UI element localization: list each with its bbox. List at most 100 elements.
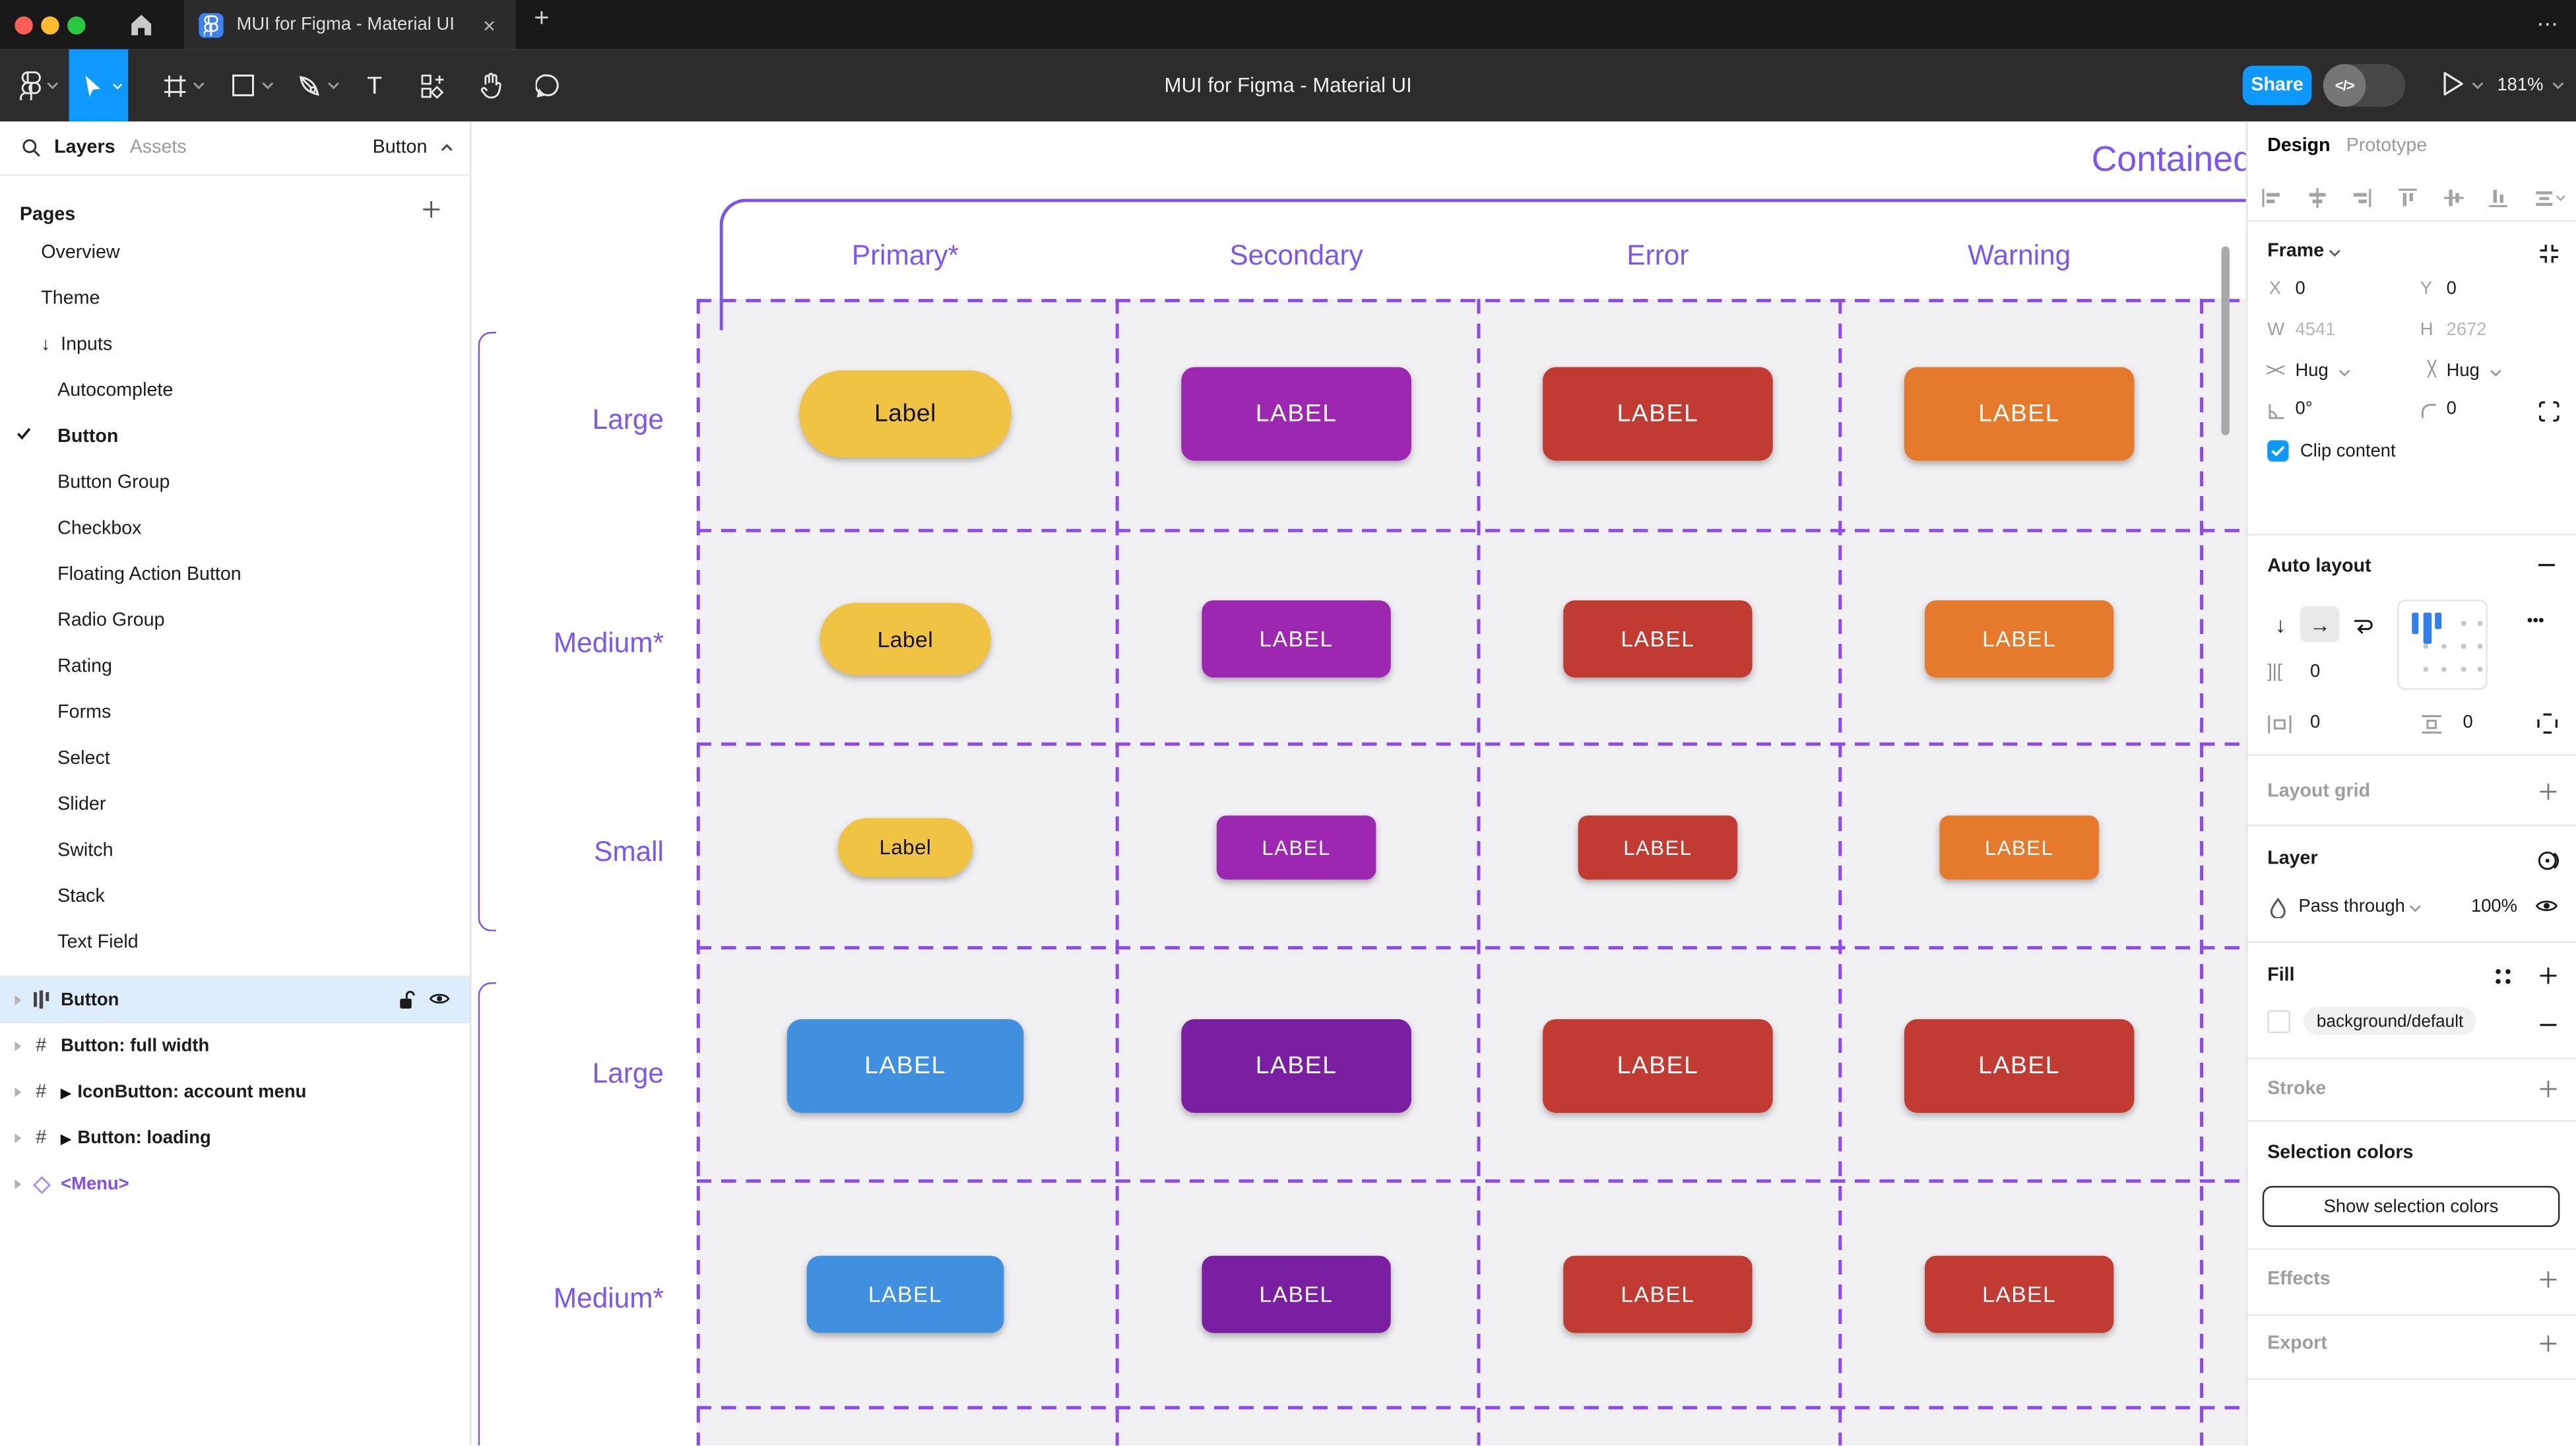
hug-horizontal-value[interactable]: Hug — [2296, 362, 2329, 381]
auto-layout-horizontal-button[interactable]: → — [2300, 606, 2340, 643]
align-top-icon[interactable] — [2397, 187, 2418, 208]
sidebar-page-stack[interactable]: Stack — [0, 874, 470, 920]
align-bottom-icon[interactable] — [2488, 187, 2509, 208]
rotation-value[interactable]: 0° — [2296, 399, 2313, 419]
sidebar-page-slider[interactable]: Slider — [0, 782, 470, 828]
button-secondary-medium[interactable]: LABEL — [1202, 600, 1390, 677]
padding-vertical-value[interactable]: 0 — [2463, 713, 2473, 733]
chevron-down-icon[interactable] — [2408, 904, 2422, 914]
button-primary-small[interactable]: Label — [838, 818, 973, 877]
tab-prototype[interactable]: Prototype — [2346, 137, 2428, 156]
sidebar-page-button[interactable]: Button — [0, 414, 470, 460]
pen-tool-chevron-icon[interactable] — [327, 80, 340, 90]
button-error-medium[interactable]: LABEL — [1563, 600, 1752, 677]
add-fill-icon[interactable] — [2538, 966, 2558, 986]
button-primary-large[interactable]: Label — [799, 370, 1011, 457]
fill-token-chip[interactable]: background/default — [2303, 1007, 2476, 1034]
actions-tool-button[interactable] — [414, 49, 450, 122]
fill-color-swatch[interactable] — [2267, 1010, 2290, 1033]
button-error-small[interactable]: LABEL — [1578, 815, 1738, 879]
y-value[interactable]: 0 — [2447, 279, 2457, 299]
clip-content-checkbox[interactable] — [2267, 440, 2288, 461]
fill-styles-icon[interactable] — [2494, 968, 2512, 986]
remove-auto-layout-icon[interactable] — [2537, 555, 2557, 575]
chevron-right-icon[interactable] — [15, 1042, 21, 1052]
shape-tool-button[interactable] — [227, 49, 260, 122]
sidebar-page-select[interactable]: Select — [0, 736, 470, 782]
add-stroke-icon[interactable] — [2538, 1079, 2558, 1099]
canvas[interactable]: Contained Primary* Secondary Error Warni… — [472, 121, 2246, 1445]
gap-value[interactable]: 0 — [2310, 662, 2320, 681]
sidebar-page-inputs[interactable]: ↓ Inputs — [0, 322, 470, 368]
canvas-scrollbar[interactable] — [2221, 247, 2229, 435]
add-effect-icon[interactable] — [2538, 1270, 2558, 1290]
button-error-large-alt[interactable]: LABEL — [1543, 1019, 1773, 1113]
main-menu-icon[interactable] — [13, 49, 49, 122]
window-zoom-button[interactable] — [67, 16, 85, 34]
sidebar-page-theme[interactable]: Theme — [0, 276, 470, 322]
search-icon[interactable] — [21, 138, 41, 158]
align-horizontal-center-icon[interactable] — [2306, 187, 2327, 208]
layer-row-button-full-width[interactable]: # Button: full width — [0, 1023, 470, 1069]
button-secondary-small[interactable]: LABEL — [1217, 815, 1376, 879]
frame-section-header[interactable]: Frame — [2267, 241, 2324, 261]
layer-visibility-icon[interactable] — [2535, 897, 2558, 915]
sidebar-page-fab[interactable]: Floating Action Button — [0, 552, 470, 598]
present-button[interactable] — [2441, 71, 2464, 97]
chevron-right-icon[interactable] — [15, 1179, 21, 1189]
frame-tool-button[interactable] — [158, 49, 191, 122]
sidebar-page-rating[interactable]: Rating — [0, 644, 470, 690]
align-vertical-center-icon[interactable] — [2443, 187, 2464, 208]
add-export-icon[interactable] — [2538, 1334, 2558, 1354]
button-secondary-medium-alt[interactable]: LABEL — [1202, 1256, 1390, 1333]
layer-row-menu-instance[interactable]: <Menu> — [0, 1161, 470, 1207]
sidebar-page-switch[interactable]: Switch — [0, 828, 470, 874]
button-error-large[interactable]: LABEL — [1543, 367, 1773, 461]
sidebar-page-overview[interactable]: Overview — [0, 230, 470, 276]
sidebar-page-radio-group[interactable]: Radio Group — [0, 598, 470, 644]
window-minimize-button[interactable] — [41, 16, 59, 34]
independent-padding-icon[interactable] — [2537, 713, 2558, 734]
auto-layout-wrap-button[interactable] — [2343, 606, 2383, 643]
present-chevron-icon[interactable] — [2471, 80, 2484, 90]
sidebar-page-button-group[interactable]: Button Group — [0, 460, 470, 506]
main-menu-chevron-icon[interactable] — [46, 80, 59, 90]
auto-layout-align-widget[interactable] — [2397, 600, 2488, 690]
unlock-icon[interactable] — [398, 990, 416, 1010]
home-icon[interactable] — [125, 8, 158, 41]
chevron-down-icon[interactable] — [2338, 368, 2351, 378]
page-selector[interactable]: Button — [373, 138, 428, 158]
button-secondary-large[interactable]: LABEL — [1181, 367, 1411, 461]
blend-mode-icon[interactable] — [2537, 849, 2560, 872]
sidebar-page-text-field[interactable]: Text Field — [0, 920, 470, 966]
sidebar-page-forms[interactable]: Forms — [0, 690, 470, 736]
chevron-right-icon[interactable] — [15, 995, 21, 1005]
chevron-down-icon[interactable] — [2489, 368, 2502, 378]
hand-tool-button[interactable] — [473, 49, 509, 122]
collapse-frame-icon[interactable] — [2538, 243, 2560, 265]
auto-layout-more-icon[interactable]: ••• — [2527, 613, 2544, 631]
dev-mode-toggle[interactable]: </> — [2323, 64, 2406, 107]
zoom-level[interactable]: 181% — [2497, 76, 2543, 96]
button-secondary-large-alt[interactable]: LABEL — [1181, 1019, 1411, 1113]
layer-row-button-loading[interactable]: # ▶Button: loading — [0, 1116, 470, 1162]
tab-design[interactable]: Design — [2267, 137, 2330, 156]
browser-menu-icon[interactable]: ⋯ — [2537, 11, 2560, 38]
blend-mode-value[interactable]: Pass through — [2299, 897, 2405, 917]
window-close-button[interactable] — [15, 16, 32, 34]
chevron-right-icon[interactable] — [15, 1087, 21, 1097]
distribute-icon[interactable] — [2533, 187, 2566, 208]
independent-corners-icon[interactable] — [2538, 401, 2560, 422]
comment-tool-button[interactable] — [529, 49, 565, 122]
button-primary-large-alt[interactable]: LABEL — [787, 1019, 1024, 1113]
button-warning-small[interactable]: LABEL — [1939, 815, 2099, 879]
layer-row-button[interactable]: Button — [0, 978, 470, 1024]
width-value[interactable]: 4541 — [2296, 321, 2336, 340]
corner-radius-value[interactable]: 0 — [2447, 399, 2457, 419]
add-layout-grid-icon[interactable] — [2538, 782, 2558, 802]
tab-layers[interactable]: Layers — [54, 138, 115, 158]
frame-tool-chevron-icon[interactable] — [192, 80, 205, 90]
padding-horizontal-value[interactable]: 0 — [2310, 713, 2320, 733]
text-tool-button[interactable]: T — [358, 49, 391, 122]
chevron-down-icon[interactable] — [2328, 248, 2341, 258]
